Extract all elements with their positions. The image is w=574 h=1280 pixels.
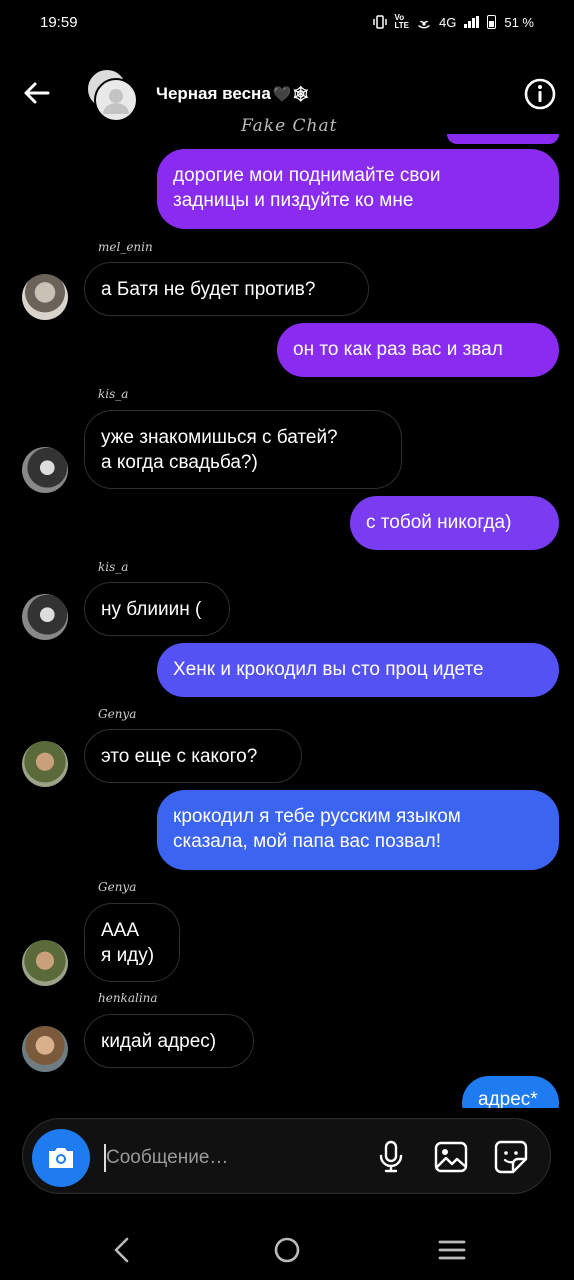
nav-back-button[interactable] [102, 1230, 142, 1270]
chat-title[interactable]: Черная весна 🖤🕸 [156, 84, 311, 104]
network-label: 4G [439, 14, 457, 30]
chat-title-text: Черная весна [156, 84, 271, 103]
back-nav-icon [114, 1237, 129, 1263]
home-nav-icon [274, 1237, 300, 1263]
message-sender: Genya [98, 880, 137, 894]
gallery-button[interactable] [433, 1139, 469, 1175]
back-arrow-icon [24, 82, 50, 104]
message-outgoing[interactable]: с тобой никогда) [350, 496, 559, 550]
group-avatar[interactable] [86, 68, 138, 122]
avatar[interactable] [22, 940, 68, 986]
back-button[interactable] [20, 76, 54, 110]
message-outgoing[interactable]: дорогие мои поднимайте свои задницы и пи… [157, 149, 559, 229]
avatar[interactable] [22, 594, 68, 640]
gallery-icon [434, 1141, 468, 1173]
status-icons: Vo LTE 4G 51 % [372, 13, 534, 30]
sticker-button[interactable] [493, 1139, 529, 1175]
title-emojis: 🖤🕸 [272, 86, 311, 103]
message-outgoing[interactable]: он то как раз вас и звал [277, 323, 559, 377]
nav-home-button[interactable] [267, 1230, 307, 1270]
camera-icon [49, 1148, 73, 1168]
avatar[interactable] [22, 447, 68, 493]
recents-nav-icon [438, 1240, 466, 1260]
microphone-icon [379, 1140, 403, 1173]
volte-icon: Vo LTE [394, 13, 410, 30]
sticker-icon [494, 1140, 528, 1174]
message-incoming[interactable]: кидай адрес) [84, 1014, 254, 1068]
microphone-button[interactable] [373, 1139, 409, 1175]
status-time: 19:59 [40, 14, 78, 31]
info-icon [524, 78, 556, 110]
avatar[interactable] [22, 1026, 68, 1072]
hotspot-icon [418, 20, 430, 29]
message-sender: kis_a [98, 560, 129, 574]
message-sender: henkalina [98, 991, 158, 1005]
nav-recents-button[interactable] [432, 1230, 472, 1270]
avatar[interactable] [22, 741, 68, 787]
message-sender: kis_a [98, 387, 129, 401]
message-incoming[interactable]: ну блииин ( [84, 582, 230, 636]
vibrate-icon [372, 15, 387, 29]
previous-message-edge [447, 134, 559, 144]
message-sender: mel_enin [98, 240, 153, 254]
camera-button[interactable] [32, 1129, 90, 1187]
default-avatar-icon [103, 89, 129, 114]
message-sender: Genya [98, 707, 137, 721]
message-incoming[interactable]: это еще с какого? [84, 729, 302, 783]
message-input[interactable] [106, 1143, 366, 1173]
avatar[interactable] [22, 274, 68, 320]
message-incoming[interactable]: ААА я иду) [84, 903, 180, 982]
battery-percent: 51 % [504, 14, 534, 30]
message-outgoing[interactable]: Хенк и крокодил вы сто проц идете [157, 643, 559, 697]
message-incoming[interactable]: уже знакомишься с батей? а когда свадьба… [84, 410, 402, 489]
message-outgoing[interactable]: крокодил я тебе русским языком сказала, … [157, 790, 559, 870]
message-incoming[interactable]: а Батя не будет против? [84, 262, 369, 316]
battery-icon [487, 15, 497, 29]
watermark: Fake Chat [241, 116, 338, 136]
info-button[interactable] [523, 77, 557, 111]
signal-icon [464, 16, 480, 28]
